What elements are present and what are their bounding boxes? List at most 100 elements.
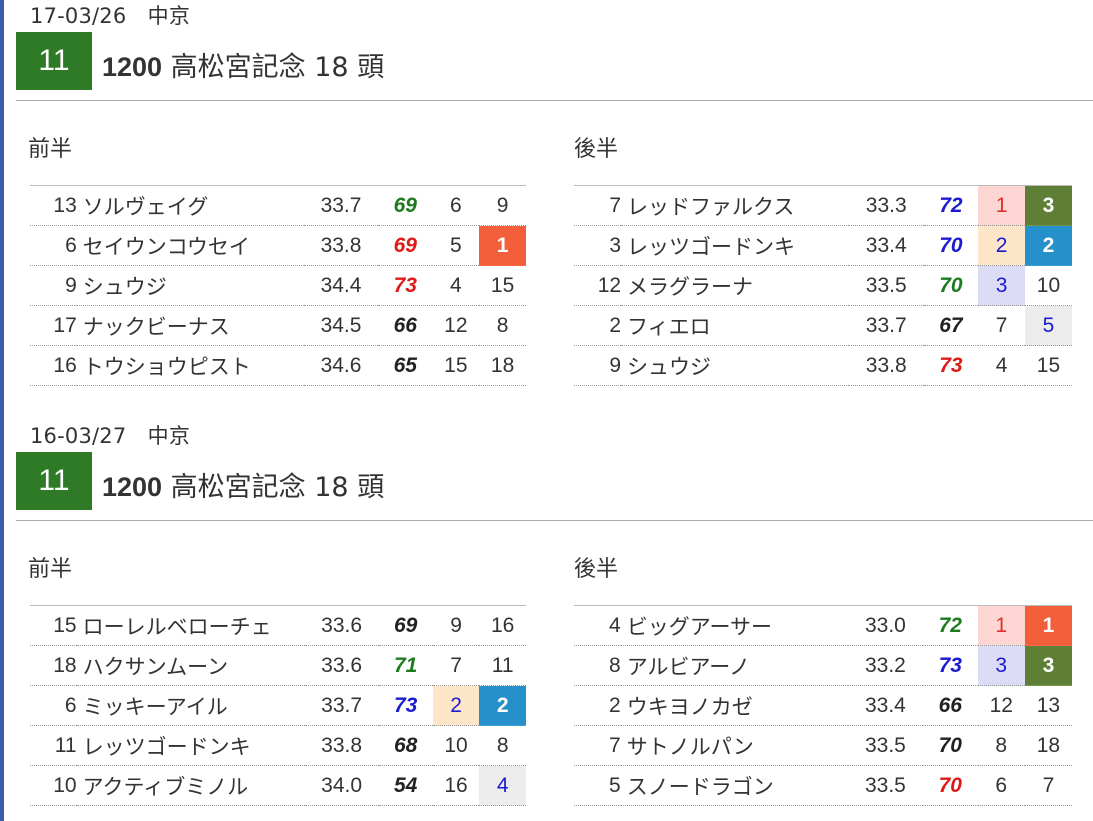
horse-name[interactable]: アクティブミノル	[76, 765, 305, 806]
horse-number: 6	[30, 225, 77, 266]
table-row[interactable]: 11 レッツゴードンキ 33.8 68 10 8	[30, 725, 526, 766]
rank-b: 18	[1024, 725, 1072, 766]
horse-name[interactable]: ナックビーナス	[76, 305, 304, 346]
speed-index: 70	[923, 225, 979, 266]
rank-a: 1	[977, 605, 1025, 646]
split-time: 33.8	[303, 225, 379, 266]
rank-a: 2	[978, 225, 1025, 266]
race-number-badge[interactable]: 11	[16, 452, 92, 510]
horse-number: 18	[30, 645, 77, 686]
table-row[interactable]: 3 レッツゴードンキ 33.4 70 2 2	[574, 225, 1072, 266]
rank-b: 2	[479, 685, 526, 726]
race-number-badge[interactable]: 11	[16, 32, 92, 90]
table-row[interactable]: 6 セイウンコウセイ 33.8 69 5 1	[30, 225, 526, 266]
speed-index: 73	[378, 265, 433, 306]
horse-number: 17	[30, 305, 77, 346]
rank-b: 4	[479, 765, 526, 806]
table-row[interactable]: 5 スノードラゴン 33.5 70 6 7	[574, 765, 1072, 806]
split-time: 33.5	[848, 265, 924, 306]
horse-name[interactable]: レッツゴードンキ	[76, 725, 305, 766]
split-time: 33.3	[848, 185, 924, 226]
rank-b: 3	[1024, 645, 1072, 686]
horse-name[interactable]: フィエロ	[621, 305, 849, 346]
rank-b: 1	[1024, 605, 1072, 646]
horse-name[interactable]: ソルヴェイグ	[76, 185, 304, 226]
speed-index: 69	[378, 225, 433, 266]
table-row[interactable]: 9 シュウジ 34.4 73 4 15	[30, 265, 526, 306]
speed-index: 70	[922, 765, 978, 806]
second-half-heading: 後半	[574, 557, 619, 582]
split-time: 33.7	[304, 685, 379, 726]
horse-name[interactable]: メラグラーナ	[621, 265, 849, 306]
first-half-table: 15 ローレルベローチェ 33.6 69 9 16 18 ハクサンムーン 33.6 71 7 11 6 ミ…	[30, 605, 526, 806]
rank-a: 12	[432, 305, 480, 346]
split-time: 33.4	[848, 685, 923, 726]
horse-number: 5	[574, 765, 621, 806]
rank-a: 2	[432, 685, 480, 726]
race-date: 17-03/26 中京	[30, 4, 191, 28]
rank-a: 10	[432, 725, 480, 766]
table-row[interactable]: 10 アクティブミノル 34.0 54 16 4	[30, 765, 526, 806]
speed-index: 71	[378, 645, 433, 686]
split-time: 33.5	[848, 725, 923, 766]
horse-name[interactable]: アルビアーノ	[620, 645, 849, 686]
table-row[interactable]: 12 メラグラーナ 33.5 70 3 10	[574, 265, 1072, 306]
horse-name[interactable]: ミッキーアイル	[76, 685, 305, 726]
table-row[interactable]: 17 ナックビーナス 34.5 66 12 8	[30, 305, 526, 346]
table-row[interactable]: 8 アルビアーノ 33.2 73 3 3	[574, 645, 1072, 686]
split-time: 33.5	[848, 765, 923, 806]
speed-index: 67	[923, 305, 979, 346]
horse-name[interactable]: レッツゴードンキ	[621, 225, 849, 266]
horse-name[interactable]: シュウジ	[76, 265, 304, 306]
horse-name[interactable]: ハクサンムーン	[76, 645, 305, 686]
horse-number: 2	[574, 305, 622, 346]
horse-name[interactable]: ローレルベローチェ	[76, 605, 305, 646]
table-row[interactable]: 7 サトノルパン 33.5 70 8 18	[574, 725, 1072, 766]
split-time: 34.5	[303, 305, 379, 346]
horse-number: 8	[574, 645, 621, 686]
header-divider	[16, 520, 1093, 521]
rank-b: 10	[1024, 265, 1072, 306]
first-half-heading: 前半	[28, 137, 73, 162]
table-row[interactable]: 18 ハクサンムーン 33.6 71 7 11	[30, 645, 526, 686]
horse-name[interactable]: シュウジ	[621, 345, 849, 386]
horse-name[interactable]: ウキヨノカゼ	[620, 685, 849, 726]
horse-name[interactable]: トウショウピスト	[76, 345, 304, 386]
split-time: 33.6	[304, 605, 379, 646]
horse-number: 9	[574, 345, 622, 386]
table-row[interactable]: 9 シュウジ 33.8 73 4 15	[574, 345, 1072, 386]
split-time: 33.2	[848, 645, 923, 686]
rank-a: 12	[977, 685, 1025, 726]
horse-name[interactable]: セイウンコウセイ	[76, 225, 304, 266]
rank-a: 1	[978, 185, 1025, 226]
split-time: 33.0	[848, 605, 923, 646]
race-block: 17-03/26 中京 11 1200 高松宮記念 18 頭前半 後半 13 ソルヴェイグ…	[16, 0, 1093, 400]
split-time: 34.4	[303, 265, 379, 306]
rank-a: 5	[432, 225, 480, 266]
table-row[interactable]: 6 ミッキーアイル 33.7 73 2 2	[30, 685, 526, 726]
table-row[interactable]: 13 ソルヴェイグ 33.7 69 6 9	[30, 185, 526, 226]
horse-name[interactable]: ビッグアーサー	[620, 605, 849, 646]
horse-name[interactable]: レッドファルクス	[621, 185, 849, 226]
table-row[interactable]: 4 ビッグアーサー 33.0 72 1 1	[574, 605, 1072, 646]
table-row[interactable]: 2 フィエロ 33.7 67 7 5	[574, 305, 1072, 346]
race-title[interactable]: 1200 高松宮記念 18 頭	[102, 45, 384, 84]
left-border	[0, 0, 4, 821]
table-row[interactable]: 2 ウキヨノカゼ 33.4 66 12 13	[574, 685, 1072, 726]
speed-index: 73	[923, 345, 979, 386]
split-time: 33.8	[848, 345, 924, 386]
horse-name[interactable]: サトノルパン	[620, 725, 849, 766]
horse-number: 11	[30, 725, 77, 766]
table-row[interactable]: 7 レッドファルクス 33.3 72 1 3	[574, 185, 1072, 226]
race-title[interactable]: 1200 高松宮記念 18 頭	[102, 465, 384, 504]
speed-index: 66	[378, 305, 433, 346]
horse-number: 13	[30, 185, 77, 226]
table-row[interactable]: 16 トウショウピスト 34.6 65 15 18	[30, 345, 526, 386]
horse-number: 6	[30, 685, 77, 726]
table-row[interactable]: 15 ローレルベローチェ 33.6 69 9 16	[30, 605, 526, 646]
second-half-heading: 後半	[574, 137, 619, 162]
race-distance: 1200	[102, 52, 163, 82]
horse-name[interactable]: スノードラゴン	[620, 765, 849, 806]
rank-b: 9	[479, 185, 526, 226]
rank-a: 4	[432, 265, 480, 306]
